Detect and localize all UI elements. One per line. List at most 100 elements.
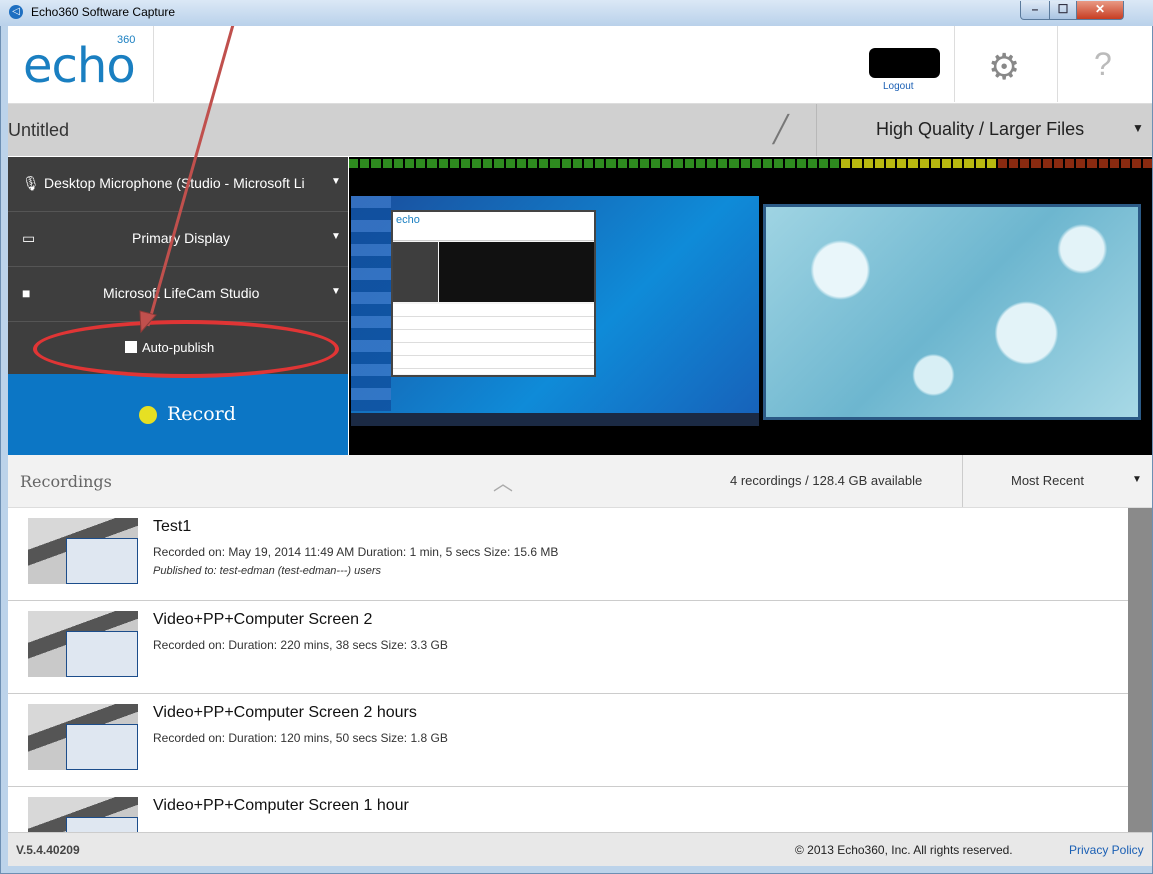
- help-icon[interactable]: ?: [1094, 46, 1112, 83]
- meter-segment: [986, 159, 996, 168]
- recording-meta: Recorded on: May 19, 2014 11:49 AM Durat…: [153, 545, 559, 559]
- meter-segment: [941, 159, 952, 168]
- recordings-count: 4 recordings / 128.4 GB available: [730, 473, 923, 488]
- meter-segment: [707, 159, 717, 168]
- recording-published: Published to: test-edman (test-edman---)…: [153, 565, 382, 577]
- meter-segment: [449, 159, 459, 168]
- chevron-up-icon[interactable]: ︿: [493, 467, 513, 496]
- meter-segment: [539, 159, 549, 168]
- meter-segment: [1065, 159, 1075, 168]
- monitor-icon: ▭: [22, 230, 36, 246]
- logout-link[interactable]: Logout: [883, 81, 914, 92]
- audio-level-meter: [349, 159, 1152, 168]
- caret-down-icon[interactable]: ▼: [1132, 474, 1142, 485]
- audio-source-label: Desktop Microphone (Studio - Microsoft L…: [44, 175, 305, 191]
- preview-window-header: echo: [393, 212, 594, 241]
- camera-preview: [763, 204, 1141, 420]
- meter-segment: [1098, 159, 1108, 168]
- record-button[interactable]: Record: [8, 374, 348, 455]
- preview-area: echo: [349, 157, 1152, 455]
- meter-segment: [975, 159, 985, 168]
- quality-select[interactable]: High Quality / Larger Files: [876, 119, 1084, 140]
- gear-icon[interactable]: ⚙: [988, 46, 1020, 88]
- preview-window-preview: [439, 242, 594, 302]
- copyright-text: © 2013 Echo360, Inc. All rights reserved…: [795, 843, 1013, 857]
- meter-segment: [908, 159, 918, 168]
- recording-name: Test1: [153, 518, 192, 535]
- meter-segment: [673, 159, 683, 168]
- sort-select[interactable]: Most Recent: [1011, 473, 1084, 488]
- meter-segment: [572, 159, 582, 168]
- quality-divider: [816, 104, 817, 156]
- recording-name: Video+PP+Computer Screen 2 hours: [153, 704, 417, 721]
- meter-segment: [404, 159, 415, 168]
- meter-segment: [516, 159, 526, 168]
- microphone-icon: 🎙: [22, 175, 40, 191]
- app-footer: V.5.4.40209 © 2013 Echo360, Inc. All rig…: [8, 832, 1152, 866]
- meter-segment: [785, 159, 795, 168]
- recording-item[interactable]: Video+PP+Computer Screen 1 hour: [8, 787, 1128, 832]
- camera-source-select[interactable]: ■ Microsoft LifeCam Studio ▼: [8, 267, 348, 322]
- display-source-select[interactable]: ▭ Primary Display ▼: [8, 212, 348, 267]
- recording-meta: Recorded on: Duration: 220 mins, 38 secs…: [153, 638, 448, 652]
- meter-segment: [460, 159, 471, 168]
- caret-down-icon: ▼: [331, 286, 341, 297]
- audio-source-select[interactable]: 🎙 Desktop Microphone (Studio - Microsoft…: [8, 157, 348, 212]
- record-dot-icon: [139, 406, 157, 424]
- meter-segment: [617, 159, 627, 168]
- recording-name: Video+PP+Computer Screen 2: [153, 611, 373, 628]
- meter-segment: [382, 159, 392, 168]
- close-button[interactable]: ✕: [1076, 1, 1124, 20]
- recording-name: Video+PP+Computer Screen 1 hour: [153, 797, 409, 814]
- edit-pencil-icon[interactable]: ╱: [773, 114, 789, 145]
- meter-segment: [371, 159, 381, 168]
- meter-segment: [1031, 159, 1041, 168]
- recordings-header: Recordings ︿ 4 recordings / 128.4 GB ava…: [8, 455, 1152, 508]
- meter-segment: [695, 159, 705, 168]
- meter-segment: [1109, 159, 1119, 168]
- display-preview: echo: [351, 196, 759, 426]
- preview-logo: echo: [396, 214, 420, 226]
- meter-segment: [483, 159, 493, 168]
- minimize-button[interactable]: –: [1020, 1, 1050, 20]
- meter-segment: [1042, 159, 1052, 168]
- maximize-button[interactable]: ☐: [1049, 1, 1077, 20]
- recording-thumbnail: [28, 611, 138, 677]
- user-name-redacted: [869, 48, 940, 78]
- meter-segment: [919, 159, 929, 168]
- display-source-label: Primary Display: [132, 230, 231, 246]
- scrollbar-thumb[interactable]: [1128, 508, 1152, 832]
- meter-segment: [1132, 159, 1142, 168]
- recordings-title: Recordings: [20, 472, 112, 491]
- recording-title-bar: Untitled ╱ High Quality / Larger Files ▼: [8, 104, 1152, 156]
- meter-segment: [852, 159, 862, 168]
- meter-segment: [953, 159, 963, 168]
- meter-segment: [561, 159, 571, 168]
- meter-segment: [662, 159, 672, 168]
- meter-segment: [818, 159, 829, 168]
- meter-segment: [651, 159, 661, 168]
- window-title: Echo360 Software Capture: [31, 5, 176, 19]
- annotation-ellipse: [33, 320, 339, 378]
- recording-item[interactable]: Video+PP+Computer Screen 2 Recorded on: …: [8, 601, 1128, 694]
- recording-item[interactable]: Test1 Recorded on: May 19, 2014 11:49 AM…: [8, 508, 1128, 601]
- recording-thumbnail: [28, 797, 138, 832]
- input-sources-panel: 🎙 Desktop Microphone (Studio - Microsoft…: [8, 157, 348, 455]
- header-divider: [954, 26, 955, 102]
- recording-meta: Recorded on: Duration: 120 mins, 50 secs…: [153, 731, 448, 745]
- meter-segment: [628, 159, 638, 168]
- caret-down-icon[interactable]: ▼: [1132, 121, 1144, 135]
- logo-text: echo: [23, 38, 136, 94]
- meter-segment: [583, 159, 594, 168]
- recording-item[interactable]: Video+PP+Computer Screen 2 hours Recorde…: [8, 694, 1128, 787]
- recording-title-field[interactable]: Untitled: [8, 120, 69, 141]
- meter-segment: [550, 159, 560, 168]
- recording-thumbnail: [28, 518, 138, 584]
- privacy-policy-link[interactable]: Privacy Policy: [1069, 843, 1144, 857]
- meter-segment: [684, 159, 694, 168]
- window-titlebar[interactable]: ◁ Echo360 Software Capture – ☐ ✕: [0, 0, 1153, 26]
- meter-segment: [729, 159, 739, 168]
- meter-segment: [1076, 159, 1086, 168]
- sort-divider: [962, 455, 963, 507]
- echo360-logo: echo 360: [11, 26, 154, 102]
